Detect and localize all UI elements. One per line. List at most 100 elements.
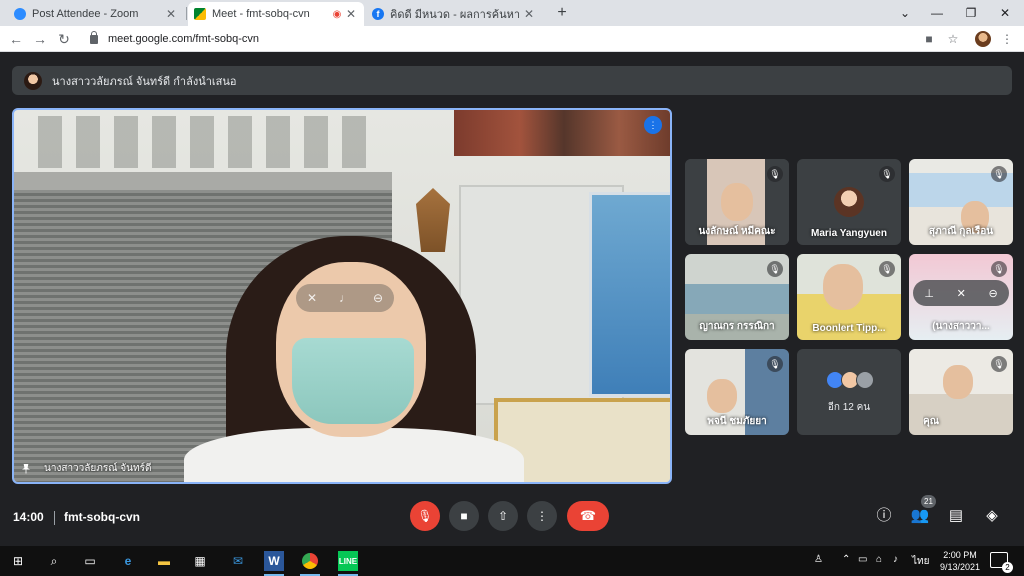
more-options-button[interactable]: ⋮ bbox=[527, 501, 557, 531]
task-view-button[interactable]: ▭ bbox=[80, 551, 100, 571]
store-button[interactable]: ▦ bbox=[190, 551, 210, 571]
remove-icon[interactable]: ⊖ bbox=[988, 287, 997, 300]
participant-name: (นางสาววา... bbox=[932, 321, 990, 332]
participant-name: ญาณกร กรรณิกา bbox=[699, 321, 775, 332]
video-vent bbox=[28, 116, 373, 168]
tab-zoom[interactable]: Post Attendee - Zoom ✕ bbox=[8, 2, 184, 26]
volume-icon[interactable]: ♪ bbox=[893, 554, 898, 565]
participant-tile[interactable]: 🎙 ญาณกร กรรณิกา bbox=[685, 254, 789, 340]
mic-off-icon: 🎙 bbox=[879, 261, 895, 277]
mic-off-icon: 🎙 bbox=[767, 356, 783, 372]
restore-button[interactable]: ❐ bbox=[956, 0, 986, 26]
mic-icon[interactable]: ♩ bbox=[339, 291, 351, 305]
zoom-icon bbox=[14, 8, 26, 20]
camera-icon[interactable]: ■ bbox=[920, 30, 938, 48]
presenter-avatar bbox=[24, 71, 42, 90]
meeting-details-button[interactable]: ⓘ bbox=[873, 505, 895, 527]
divider bbox=[54, 511, 55, 525]
participant-name: พจนี ชมภัยยา bbox=[707, 416, 767, 427]
tab-title: Meet - fmt-sobq-cvn bbox=[212, 8, 310, 20]
info-icon: ⓘ bbox=[876, 507, 892, 524]
back-icon[interactable]: ← bbox=[6, 29, 26, 49]
clock-time: 2:00 PM bbox=[943, 550, 977, 560]
address-bar[interactable]: meet.google.com/fmt-sobq-cvn bbox=[82, 28, 912, 50]
search-button[interactable]: ⌕ bbox=[44, 551, 64, 571]
pin-icon bbox=[22, 463, 30, 474]
pin-icon[interactable]: ⊥ bbox=[924, 287, 934, 300]
forward-icon[interactable]: → bbox=[30, 29, 50, 49]
tile-face bbox=[943, 365, 973, 399]
chrome-button[interactable] bbox=[300, 551, 320, 576]
reload-icon[interactable]: ↻ bbox=[54, 29, 74, 49]
browser-tab-strip: Post Attendee - Zoom ✕ Meet - fmt-sobq-c… bbox=[0, 0, 1024, 26]
participant-tile[interactable]: 🎙 คุณ bbox=[909, 349, 1013, 435]
bookmark-star-icon[interactable]: ☆ bbox=[944, 30, 962, 48]
people-tray-icon[interactable]: ♙ bbox=[814, 554, 823, 565]
minimize-button[interactable]: — bbox=[922, 0, 952, 26]
input-language[interactable]: ไทย bbox=[912, 554, 929, 569]
participant-count-badge: 21 bbox=[921, 495, 936, 508]
system-clock[interactable]: 2:00 PM 9/13/2021 bbox=[938, 549, 982, 573]
participant-tile[interactable]: 🎙 Boonlert Tipp... bbox=[797, 254, 901, 340]
tab-facebook[interactable]: f คิดดี มีหนวด - ผลการค้นหา | Facebook ✕ bbox=[366, 2, 542, 26]
participant-tile[interactable]: 🎙 พจนี ชมภัยยา bbox=[685, 349, 789, 435]
mute-icon[interactable]: ✕ bbox=[957, 287, 966, 300]
close-window-button[interactable]: ✕ bbox=[990, 0, 1020, 26]
camera-toggle-button[interactable]: ■ bbox=[449, 501, 479, 531]
video-shutter-top bbox=[14, 172, 392, 192]
chat-icon: ▤ bbox=[948, 507, 964, 524]
participant-tile[interactable]: 🎙 สุภาณี กุลเรือน bbox=[909, 159, 1013, 245]
tab-search-icon[interactable]: ⌄ bbox=[890, 0, 920, 26]
people-button[interactable]: 👥 bbox=[909, 505, 931, 527]
store-icon: ▦ bbox=[194, 554, 206, 568]
tab-title: คิดดี มีหนวด - ผลการค้นหา | Facebook bbox=[390, 9, 522, 21]
speaker-mask bbox=[292, 338, 414, 424]
present-screen-button[interactable]: ⇧ bbox=[488, 501, 518, 531]
line-button[interactable]: LINE bbox=[338, 551, 358, 576]
windows-taskbar: ⊞ ⌕ ▭ e ▬ ▦ ✉ W LINE ♙ ⌃ ▭ ⌂ ♪ ไทย 2:00 … bbox=[0, 546, 1024, 576]
participant-name: สุภาณี กุลเรือน bbox=[928, 226, 994, 237]
more-vert-icon: ⋮ bbox=[536, 509, 548, 523]
battery-icon[interactable]: ▭ bbox=[858, 554, 867, 565]
leave-call-button[interactable]: ☎ bbox=[567, 501, 609, 531]
chat-button[interactable]: ▤ bbox=[945, 505, 967, 527]
main-video[interactable]: ✕ ♩ ⊖ ⋮ นางสาววลัยภรณ์ จันทร์ดี bbox=[12, 108, 672, 484]
chrome-icon bbox=[302, 553, 318, 569]
people-icon: 👥 bbox=[910, 507, 930, 524]
profile-avatar[interactable] bbox=[975, 31, 991, 47]
edge-icon: e bbox=[124, 554, 132, 568]
participant-tile[interactable]: 🎙 นงลักษณ์ หมีคณะ bbox=[685, 159, 789, 245]
participant-name: Boonlert Tipp... bbox=[812, 323, 886, 334]
more-participants-tile[interactable]: อีก 12 คน bbox=[797, 349, 901, 435]
action-center-button[interactable]: 2 bbox=[990, 552, 1013, 573]
activities-button[interactable]: ◈ bbox=[981, 505, 1003, 527]
mail-icon: ✉ bbox=[232, 554, 244, 568]
tile-face bbox=[721, 183, 753, 221]
close-tab-icon[interactable]: ✕ bbox=[344, 7, 358, 21]
mail-button[interactable]: ✉ bbox=[228, 551, 248, 571]
tile-face bbox=[707, 379, 737, 413]
search-icon: ⌕ bbox=[50, 553, 58, 568]
tab-meet[interactable]: Meet - fmt-sobq-cvn ◉ ✕ bbox=[188, 2, 364, 26]
word-button[interactable]: W bbox=[264, 551, 284, 576]
remove-icon[interactable]: ⊖ bbox=[373, 291, 383, 305]
tile-controls: ⊥ ✕ ⊖ bbox=[913, 280, 1009, 306]
close-tab-icon[interactable]: ✕ bbox=[164, 7, 178, 21]
close-tab-icon[interactable]: ✕ bbox=[522, 7, 536, 21]
participant-tile[interactable]: 🎙 Maria Yangyuen bbox=[797, 159, 901, 245]
meeting-code: fmt-sobq-cvn bbox=[64, 510, 140, 524]
participant-tile[interactable]: 🎙 ⊥ ✕ ⊖ (นางสาววา... bbox=[909, 254, 1013, 340]
show-hidden-icons[interactable]: ⌃ bbox=[842, 554, 850, 565]
more-participants-label: อีก 12 คน bbox=[827, 402, 871, 413]
main-speaker-name: นางสาววลัยภรณ์ จันทร์ดี bbox=[44, 463, 152, 474]
pin-off-icon[interactable]: ✕ bbox=[307, 291, 317, 305]
participant-name: นงลักษณ์ หมีคณะ bbox=[698, 226, 776, 237]
start-button[interactable]: ⊞ bbox=[8, 551, 28, 571]
microphone-toggle-button[interactable]: 🎙 bbox=[410, 501, 440, 531]
network-icon[interactable]: ⌂ bbox=[876, 554, 882, 565]
file-explorer-button[interactable]: ▬ bbox=[154, 551, 174, 571]
new-tab-button[interactable]: + bbox=[552, 3, 572, 23]
hang-up-icon: ☎ bbox=[579, 508, 597, 523]
menu-icon[interactable]: ⋮ bbox=[998, 30, 1016, 48]
edge-button[interactable]: e bbox=[118, 551, 138, 571]
